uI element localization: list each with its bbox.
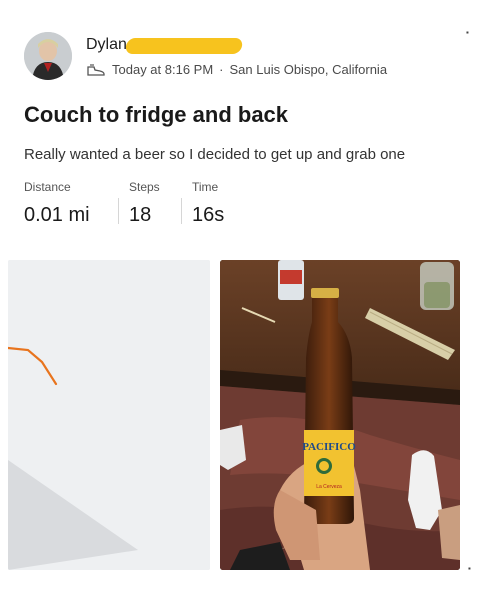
stat-time: Time 16s [192,180,262,232]
activity-title: Couch to fridge and back [24,102,289,127]
username-row: Dylan [86,36,244,56]
post-meta: Today at 8:16 PM · San Luis Obispo, Cali… [86,62,387,77]
activity-description: Really wanted a beer so I decided to get… [24,146,406,163]
stat-divider [118,198,119,224]
corner-tick-mark: ▪ [466,28,469,37]
post-location: San Luis Obispo, California [229,62,388,77]
avatar[interactable] [24,32,72,80]
stat-steps-label: Steps [129,180,160,194]
stat-distance-value: 0.01 mi [24,204,90,226]
meta-separator: · [219,62,224,77]
bottle-brand-text: PACIFICO [302,441,356,453]
stat-steps-value: 18 [129,204,152,226]
post-timestamp: Today at 8:16 PM [112,62,214,77]
route-map[interactable] [8,260,210,570]
name-redaction [124,38,244,54]
stat-time-value: 16s [192,204,225,226]
walking-shoe-icon [87,63,105,76]
stat-steps: Steps 18 [129,180,181,232]
corner-tick-mark: ▪ [468,564,471,573]
post-header: Dylan Today at 8:16 PM · San Luis Obispo… [24,32,464,84]
stat-divider [181,198,182,224]
activity-photo[interactable]: PACIFICO La Cerveza [220,260,460,570]
username[interactable]: Dylan [86,36,127,53]
stat-distance-label: Distance [24,180,71,194]
activity-stats: Distance 0.01 mi Steps 18 Time 16s [24,180,262,232]
stat-time-label: Time [192,180,219,194]
bottle-sub-text: La Cerveza [316,484,342,490]
stat-distance: Distance 0.01 mi [24,180,118,232]
